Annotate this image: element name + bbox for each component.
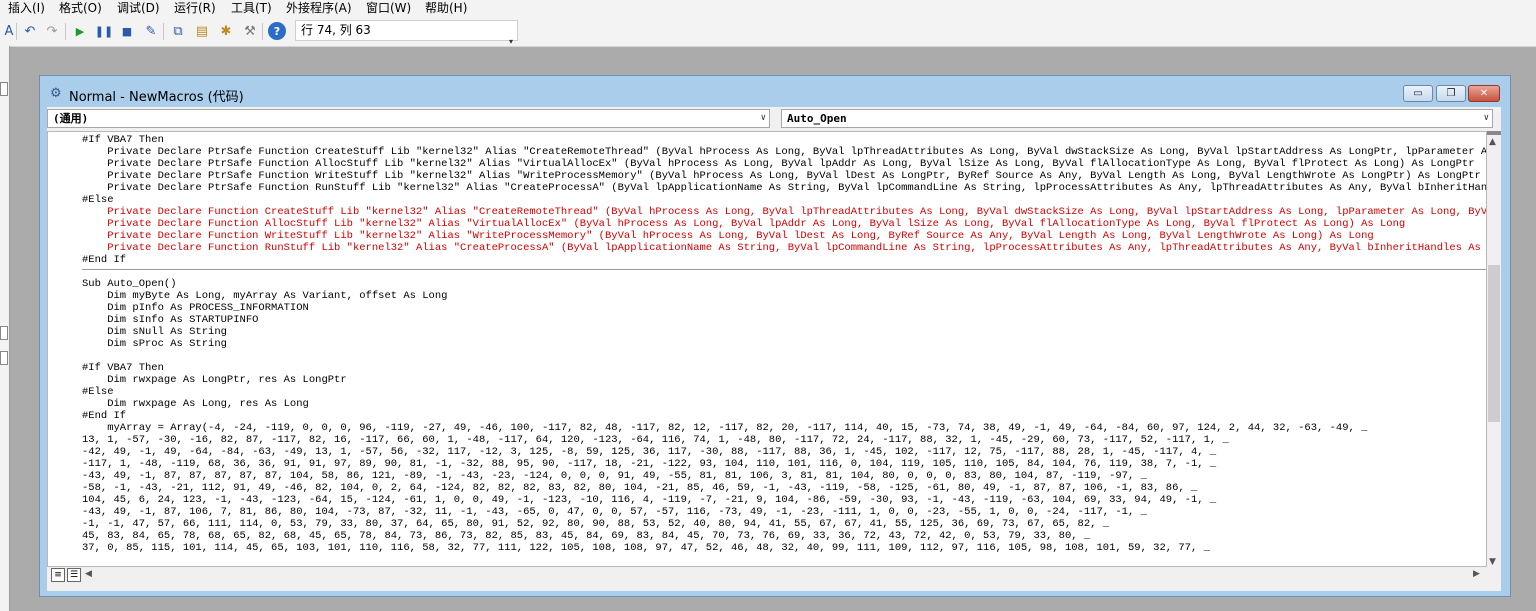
menu-run[interactable]: 运行(R) [174, 0, 216, 17]
toolbox-icon[interactable]: ⚒ [241, 22, 259, 40]
code-line: #End If [82, 410, 127, 422]
code-line: Private Declare Function CreateStuff Lib… [82, 206, 1487, 218]
cursor-position-status: 行 74, 列 63 [295, 20, 518, 41]
code-module-icon: ⚙ [50, 86, 62, 101]
code-line: #End If [82, 254, 127, 266]
dock-marker-icon [0, 82, 8, 96]
toolbar-separator [262, 23, 263, 40]
code-line: Private Declare Function WriteStuff Lib … [82, 230, 1374, 242]
code-line: Sub Auto_Open() [82, 278, 177, 290]
restore-button[interactable]: ❐ [1436, 85, 1466, 102]
code-line: Private Declare Function AllocStuff Lib … [82, 218, 1406, 230]
code-line: 37, 0, 85, 115, 101, 114, 45, 65, 103, 1… [82, 542, 1210, 554]
code-line: Dim sNull As String [82, 326, 227, 338]
code-line: Private Declare PtrSafe Function RunStuf… [82, 182, 1487, 194]
window-title: Normal - NewMacros (代码) [69, 90, 244, 105]
scroll-down-icon[interactable]: ▼ [1489, 557, 1496, 567]
redo-icon[interactable]: ↷ [43, 22, 61, 40]
undo-icon[interactable]: ↶ [21, 22, 39, 40]
horizontal-scrollbar[interactable]: ≡ ☰ ◀ ▶ [47, 567, 1487, 583]
menu-debug[interactable]: 调试(D) [117, 0, 160, 17]
toolbar-separator [65, 23, 66, 40]
object-browser-icon[interactable]: ✱ [217, 22, 235, 40]
code-line: Dim rwxpage As LongPtr, res As LongPtr [82, 374, 347, 386]
scroll-up-icon[interactable]: ▲ [1489, 137, 1496, 147]
menu-tools[interactable]: 工具(T) [231, 0, 272, 17]
menu-window[interactable]: 窗口(W) [366, 0, 411, 17]
procedure-combo-value: Auto_Open [787, 112, 847, 125]
code-line: -117, 1, -48, -119, 68, 36, 36, 91, 91, … [82, 458, 1217, 470]
scroll-right-icon[interactable]: ▶ [1473, 569, 1480, 579]
design-mode-icon[interactable]: ✎ [142, 22, 160, 40]
code-line: 104, 45, 6, 24, 123, -1, -43, -123, -64,… [82, 494, 1217, 506]
code-line: -42, 49, -1, 49, -64, -84, -63, -49, 13,… [82, 446, 1217, 458]
procedure-separator [82, 269, 1486, 270]
code-line: #Else [82, 386, 114, 398]
object-combo-value: (通用) [53, 112, 89, 125]
code-line: -43, 49, -1, 87, 106, 7, 81, 86, 80, 104… [82, 506, 1147, 518]
menu-insert[interactable]: 插入(I) [8, 0, 45, 17]
procedure-combo[interactable]: Auto_Open ∨ [781, 109, 1493, 128]
code-line: Private Declare PtrSafe Function CreateS… [82, 146, 1487, 158]
object-combo[interactable]: (通用) ∨ [47, 109, 770, 128]
properties-icon[interactable]: ▤ [193, 22, 211, 40]
code-line: myArray = Array(-4, -24, -119, 0, 0, 0, … [82, 422, 1368, 434]
code-line: -58, -1, -43, -21, 112, 91, 49, -46, 82,… [82, 482, 1198, 494]
chevron-down-icon[interactable]: ∨ [1484, 110, 1489, 127]
menu-help[interactable]: 帮助(H) [425, 0, 467, 17]
code-window: ⚙ Normal - NewMacros (代码) ▭ ❐ ✕ (通用) ∨ A… [39, 75, 1511, 597]
close-button[interactable]: ✕ [1468, 85, 1500, 102]
vertical-scrollbar[interactable]: ▲ ▼ [1487, 131, 1501, 567]
menubar: 插入(I) 格式(O) 调试(D) 运行(R) 工具(T) 外接程序(A) 窗口… [0, 0, 1536, 17]
code-line: Dim sInfo As STARTUPINFO [82, 314, 259, 326]
code-line: Private Declare Function RunStuff Lib "k… [82, 242, 1487, 254]
code-line: -43, 49, -1, 87, 87, 87, 87, 87, 104, 58… [82, 470, 1147, 482]
code-editor[interactable]: #If VBA7 Then Private Declare PtrSafe Fu… [47, 131, 1487, 567]
code-window-titlebar[interactable]: ⚙ Normal - NewMacros (代码) ▭ ❐ ✕ [40, 76, 1510, 108]
run-icon[interactable]: ▶ [71, 22, 89, 40]
scroll-left-icon[interactable]: ◀ [85, 569, 92, 579]
code-line: #If VBA7 Then [82, 362, 164, 374]
toolbar-separator [16, 23, 17, 40]
code-line: Dim sProc As String [82, 338, 227, 350]
code-line: Dim pInfo As PROCESS_INFORMATION [82, 302, 309, 314]
menu-format[interactable]: 格式(O) [59, 0, 102, 17]
standard-toolbar: A ↶ ↷ ▶ ❚❚ ■ ✎ ⧉ ▤ ✱ ⚒ ? 行 74, 列 63 ▾ [0, 17, 1536, 47]
scroll-thumb[interactable] [1488, 265, 1500, 422]
code-line: Dim rwxpage As Long, res As Long [82, 398, 309, 410]
code-line: Private Declare PtrSafe Function AllocSt… [82, 158, 1475, 170]
code-line: Private Declare PtrSafe Function WriteSt… [82, 170, 1481, 182]
dock-marker-icon [0, 326, 8, 340]
code-window-client: (通用) ∨ Auto_Open ∨ #If VBA7 Then Private… [47, 107, 1501, 591]
minimize-button[interactable]: ▭ [1403, 85, 1433, 102]
full-module-view-icon[interactable]: ☰ [67, 568, 81, 582]
procedure-view-icon[interactable]: ≡ [51, 568, 65, 582]
pause-icon[interactable]: ❚❚ [95, 22, 113, 40]
menu-addins[interactable]: 外接程序(A) [286, 0, 352, 17]
code-line: #Else [82, 194, 114, 206]
chevron-down-icon[interactable]: ∨ [761, 110, 766, 127]
code-line: -1, -1, 47, 57, 66, 111, 114, 0, 53, 79,… [82, 518, 1110, 530]
splitter-handle[interactable] [1487, 131, 1501, 135]
code-line: Dim myByte As Long, myArray As Variant, … [82, 290, 448, 302]
toolbar-overflow-icon[interactable]: ▾ [509, 37, 513, 46]
left-dock-strip [0, 46, 10, 611]
dock-marker-icon [0, 351, 8, 365]
toolbar-separator [163, 23, 164, 40]
code-line: 13, 1, -57, -30, -16, 82, 87, -117, 82, … [82, 434, 1229, 446]
stop-icon[interactable]: ■ [118, 22, 136, 40]
project-explorer-icon[interactable]: ⧉ [169, 22, 187, 40]
help-icon[interactable]: ? [268, 22, 286, 40]
code-line: #If VBA7 Then [82, 134, 164, 146]
code-line: 45, 83, 84, 65, 78, 68, 65, 82, 68, 45, … [82, 530, 1091, 542]
